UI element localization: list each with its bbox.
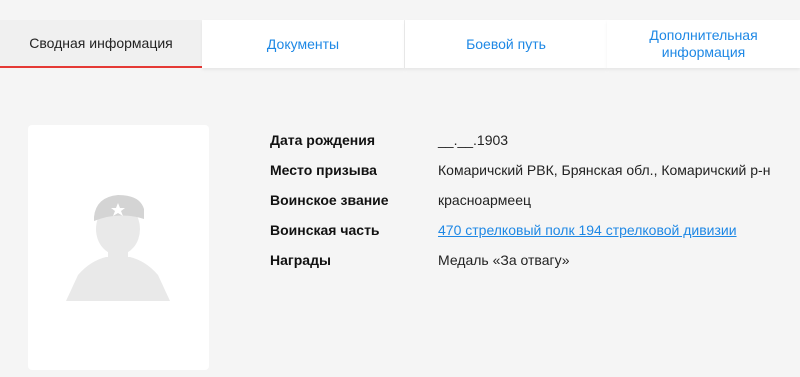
tab-additional-info-label: Дополнительная информация: [649, 27, 758, 60]
rank-row: Воинское звание красноармеец: [270, 185, 770, 215]
conscription-place-label: Место призыва: [270, 162, 377, 178]
unit-row: Воинская часть 470 стрелковый полк 194 с…: [270, 215, 770, 245]
rank-label: Воинское звание: [270, 192, 389, 208]
tab-combat-path[interactable]: Боевой путь: [405, 20, 607, 68]
page: Сводная информация Документы Боевой путь…: [0, 0, 800, 377]
tab-documents[interactable]: Документы: [202, 20, 405, 68]
tab-additional-info[interactable]: Дополнительная информация: [607, 20, 800, 68]
tab-summary[interactable]: Сводная информация: [0, 20, 202, 68]
info-table: Дата рождения __.__.1903 Место призыва К…: [270, 125, 770, 275]
tab-summary-label: Сводная информация: [29, 34, 173, 51]
unit-label: Воинская часть: [270, 222, 380, 238]
awards-value: Медаль «За отвагу»: [438, 252, 570, 268]
rank-value: красноармеец: [438, 192, 532, 208]
birth-date-value: __.__.1903: [438, 132, 509, 148]
unit-link[interactable]: 470 стрелковый полк 194 стрелковой дивиз…: [438, 222, 737, 238]
tab-documents-label: Документы: [266, 35, 340, 52]
tab-combat-path-label: Боевой путь: [466, 35, 546, 52]
conscription-place-row: Место призыва Комаричский РВК, Брянская …: [270, 155, 770, 185]
birth-date-label: Дата рождения: [270, 132, 376, 148]
soldier-silhouette-icon: [66, 195, 170, 301]
awards-label: Награды: [270, 252, 331, 268]
conscription-place-value: Комаричский РВК, Брянская обл., Комаричс…: [438, 162, 771, 178]
birth-date-row: Дата рождения __.__.1903: [270, 125, 770, 155]
photo-card: [28, 125, 209, 370]
awards-row: Награды Медаль «За отвагу»: [270, 245, 770, 275]
tab-bar: Сводная информация Документы Боевой путь…: [0, 20, 800, 68]
